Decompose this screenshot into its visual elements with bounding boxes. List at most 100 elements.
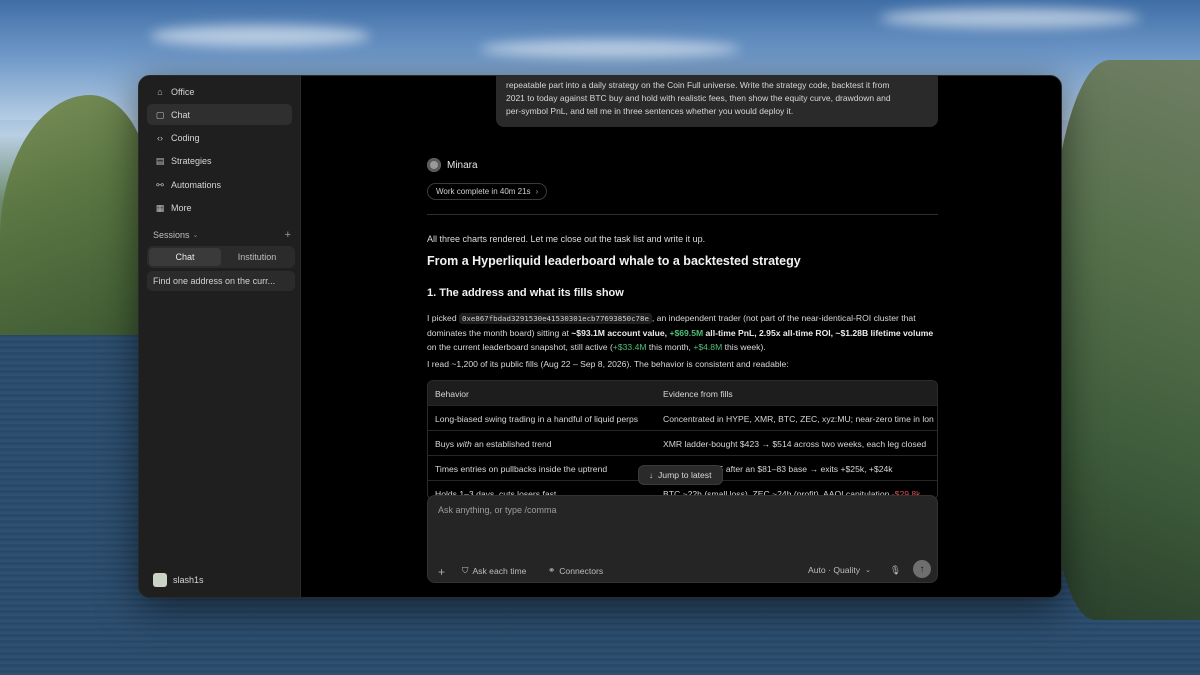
column-header: Behavior	[435, 389, 469, 399]
sessions-label: Sessions	[153, 230, 190, 240]
table-row: Buys with an established trend XMR ladde…	[428, 431, 937, 456]
text: ,	[664, 328, 668, 338]
text: on the current leaderboard snapshot, sti…	[427, 342, 613, 352]
tab-chat[interactable]: Chat	[149, 248, 221, 266]
table-cell: 9.3–79.5 after an $81–83 base → exits +$…	[690, 464, 893, 474]
assistant-avatar	[427, 158, 441, 172]
strategies-icon: ▤	[155, 155, 165, 166]
assistant-header: Minara	[427, 158, 478, 172]
arrow-up-icon: ↑	[919, 563, 925, 575]
week-pnl: +$4.8M	[693, 342, 723, 352]
ask-label: Ask each time	[472, 565, 527, 576]
assistant-name: Minara	[447, 159, 478, 171]
table-cell: Times entries on pullbacks inside the up…	[435, 464, 608, 474]
table-cell: Buys with an established trend	[435, 439, 655, 449]
send-button[interactable]: ↑	[913, 560, 931, 578]
column-header: Evidence from fills	[663, 389, 733, 399]
user-message-line: repeatable part into a daily strategy on…	[506, 80, 890, 90]
message-input[interactable]	[438, 505, 838, 515]
text: with	[456, 439, 472, 449]
text: an established trend	[474, 439, 552, 449]
microphone-icon: 🎙︎	[890, 565, 901, 575]
month-pnl: +$33.4M	[612, 342, 647, 352]
user-profile[interactable]: slash1s	[153, 573, 204, 587]
connectors-button[interactable]: ⚭ Connectors	[548, 565, 603, 576]
cloud	[480, 40, 740, 58]
user-message-line: 2021 to today against BTC buy and hold w…	[506, 93, 891, 103]
sidebar-item-more[interactable]: ▦ More	[147, 197, 292, 218]
composer: + ⛉ Ask each time ⚭ Connectors Auto · Qu…	[427, 495, 938, 583]
address-code: 0xe867fbdad3291530e41530301ecb77693850c7…	[459, 313, 652, 324]
section-heading: 1. The address and what its fills show	[427, 287, 624, 299]
sidebar-item-label: Strategies	[171, 155, 212, 166]
user-name: slash1s	[173, 575, 204, 585]
table-row: Long-biased swing trading in a handful o…	[428, 406, 937, 431]
sidebar-item-chat[interactable]: ▢ Chat	[147, 104, 292, 125]
chevron-right-icon: ›	[535, 187, 539, 196]
session-item[interactable]: Find one address on the curr...	[147, 271, 295, 291]
cloud	[880, 8, 1140, 28]
assistant-intro: All three charts rendered. Let me close …	[427, 234, 706, 244]
shield-icon: ⛉	[462, 565, 469, 575]
chevron-down-icon: ⌄	[192, 232, 199, 239]
sidebar-item-label: Coding	[171, 132, 200, 143]
chevron-down-icon: ⌄	[865, 567, 871, 574]
table-header: Behavior Evidence from fills	[428, 381, 937, 406]
paragraph-address: I picked 0xe867fbdad3291530e41530301ecb7…	[427, 311, 939, 354]
text: dominates the month board) sitting at	[427, 328, 569, 338]
plus-icon: +	[438, 565, 446, 579]
table-cell: Concentrated in HYPE, XMR, BTC, ZEC, xyz…	[663, 414, 934, 424]
work-status-pill[interactable]: Work complete in 40m 21s ›	[427, 183, 548, 200]
divider	[427, 214, 938, 215]
chat-pane: repeatable part into a daily strategy on…	[302, 76, 1061, 597]
sessions-header[interactable]: Sessions ⌄ +	[153, 228, 291, 242]
code-icon: ‹›	[157, 132, 163, 143]
response-title: From a Hyperliquid leaderboard whale to …	[427, 254, 801, 268]
microphone-button[interactable]: 🎙︎	[890, 565, 901, 576]
table-cell: Long-biased swing trading in a handful o…	[435, 414, 639, 424]
connectors-icon: ⚭	[548, 565, 556, 575]
app-window: ⌂ Office ▢ Chat ‹› Coding ▤ Strategies ⚯…	[138, 75, 1062, 598]
table-cell: XMR ladder-bought $423 → $514 across two…	[663, 439, 927, 449]
pnl-value: +$69.5M	[669, 328, 704, 338]
add-session-button[interactable]: +	[285, 229, 291, 241]
desktop-hill-left	[0, 95, 150, 335]
desktop-hill-right	[1050, 60, 1200, 620]
user-message: repeatable part into a daily strategy on…	[496, 76, 938, 127]
sidebar-item-label: More	[171, 202, 192, 213]
sidebar-item-label: Chat	[171, 109, 191, 120]
sidebar-item-automations[interactable]: ⚯ Automations	[147, 174, 292, 195]
cloud	[150, 25, 370, 47]
sidebar-item-label: Automations	[171, 179, 222, 190]
user-message-line: per-symbol PnL, and tell me in three sen…	[506, 106, 794, 116]
text: Buys	[435, 439, 455, 449]
office-icon: ⌂	[157, 86, 163, 97]
sidebar: ⌂ Office ▢ Chat ‹› Coding ▤ Strategies ⚯…	[139, 76, 301, 597]
text: , an independent trader (not part of the…	[651, 313, 916, 323]
sidebar-item-office[interactable]: ⌂ Office	[147, 81, 292, 102]
tab-institution[interactable]: Institution	[221, 248, 293, 266]
session-type-toggle: Chat Institution	[147, 246, 295, 268]
paragraph-fills: I read ~1,200 of its public fills (Aug 2…	[427, 359, 789, 369]
model-label: Auto · Quality	[808, 565, 861, 575]
ask-each-time-button[interactable]: ⛉ Ask each time	[462, 565, 526, 576]
work-status-text: Work complete in 40m 21s	[436, 187, 531, 196]
connectors-label: Connectors	[559, 565, 604, 576]
jump-label: Jump to latest	[658, 470, 712, 480]
model-select[interactable]: Auto · Quality ⌄	[808, 565, 871, 575]
roi-text: all-time PnL, 2.95x all-time ROI, ~$1.28…	[705, 328, 934, 338]
sidebar-item-strategies[interactable]: ▤ Strategies	[147, 150, 292, 171]
text: this week).	[724, 342, 766, 352]
sidebar-item-label: Office	[171, 86, 195, 97]
text: this month,	[648, 342, 691, 352]
chat-icon: ▢	[155, 109, 165, 120]
jump-to-latest-button[interactable]: ↓ Jump to latest	[638, 465, 723, 485]
text: I picked	[427, 313, 457, 323]
automations-icon: ⚯	[156, 179, 164, 190]
sidebar-item-coding[interactable]: ‹› Coding	[147, 127, 292, 148]
attach-button[interactable]: +	[438, 565, 445, 579]
account-value: ~$93.1M account value	[571, 328, 665, 338]
arrow-down-icon: ↓	[649, 470, 653, 480]
avatar	[153, 573, 167, 587]
grid-icon: ▦	[155, 202, 165, 213]
